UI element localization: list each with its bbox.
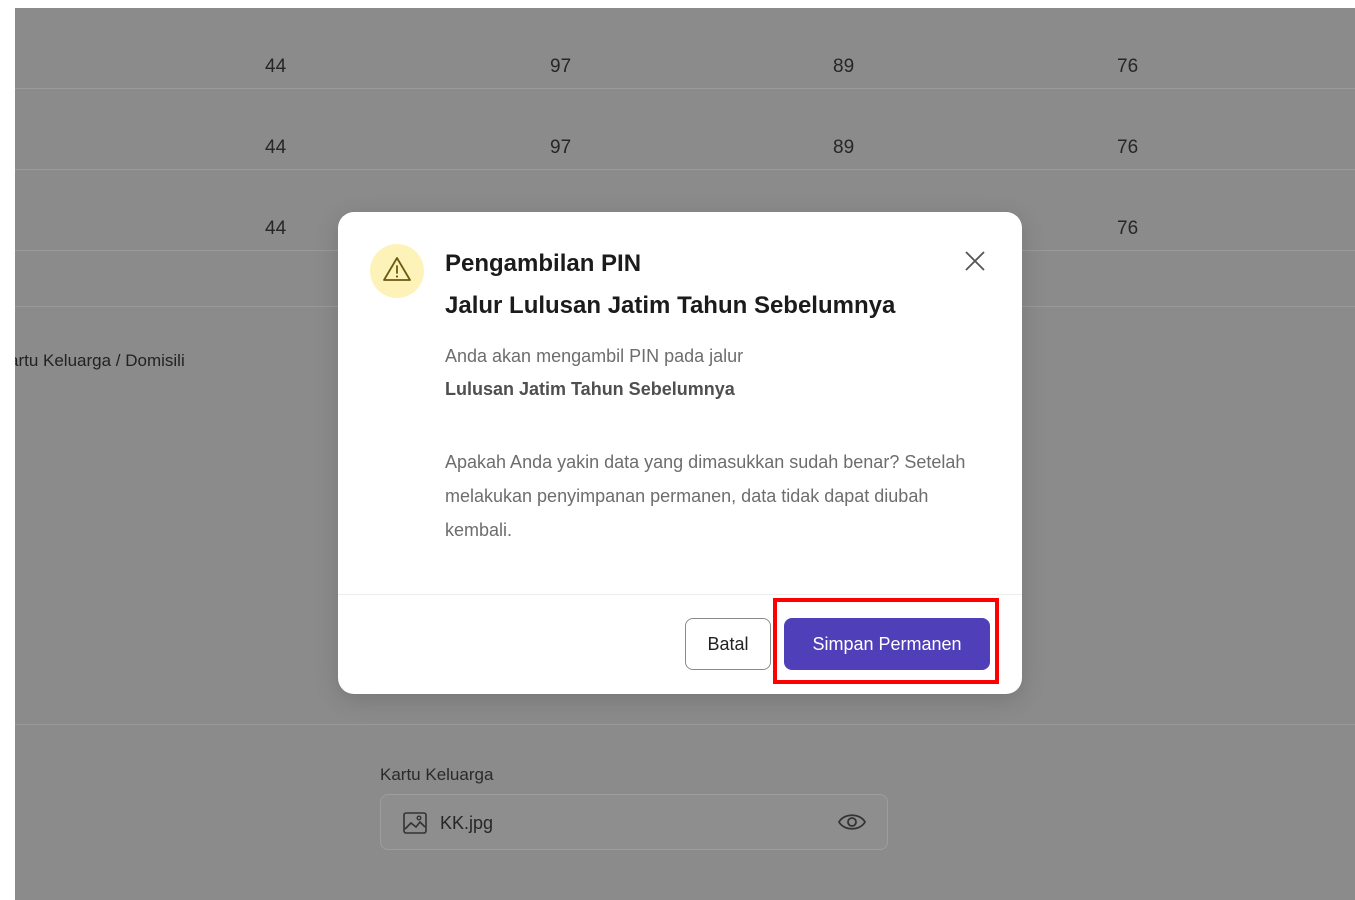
confirm-dialog: Pengambilan PIN Jalur Lulusan Jatim Tahu…: [338, 212, 1022, 694]
dialog-path-name: Lulusan Jatim Tahun Sebelumnya: [445, 379, 735, 399]
eye-icon[interactable]: [837, 810, 867, 839]
document-label: Kartu Keluarga: [380, 765, 494, 784]
file-field: KK.jpg: [380, 794, 888, 850]
table-cell: 89: [833, 137, 855, 158]
section-label: artu Keluarga / Domisili: [15, 351, 185, 370]
section-divider: [15, 724, 1355, 725]
file-name: KK.jpg: [440, 813, 494, 833]
table-cell: 97: [550, 56, 572, 77]
dialog-title: Pengambilan PIN: [445, 250, 642, 277]
close-icon[interactable]: [962, 248, 988, 274]
dialog-confirm-text: Apakah Anda yakin data yang dimasukkan s…: [445, 452, 966, 540]
table-cell: 76: [1117, 218, 1139, 239]
table-cell: 76: [1117, 137, 1139, 158]
table-cell: 89: [833, 56, 855, 77]
dialog-footer-divider: [338, 594, 1022, 595]
table-row: 44 97 89 76: [15, 89, 1355, 170]
table-cell: 97: [550, 137, 572, 158]
warning-triangle-icon: [382, 255, 412, 288]
save-permanent-button[interactable]: Simpan Permanen: [784, 618, 990, 670]
cancel-button[interactable]: Batal: [685, 618, 771, 670]
table-cell: 76: [1117, 56, 1139, 77]
dialog-subtitle: Jalur Lulusan Jatim Tahun Sebelumnya: [445, 292, 896, 319]
dialog-description: Anda akan mengambil PIN pada jalur: [445, 346, 744, 366]
table-cell: 44: [265, 137, 287, 158]
table-cell: 44: [265, 56, 287, 77]
image-icon: [403, 812, 427, 839]
table-row: 44 97 89 76: [15, 8, 1355, 89]
table-cell: 44: [265, 218, 287, 239]
warning-badge: [370, 244, 424, 298]
